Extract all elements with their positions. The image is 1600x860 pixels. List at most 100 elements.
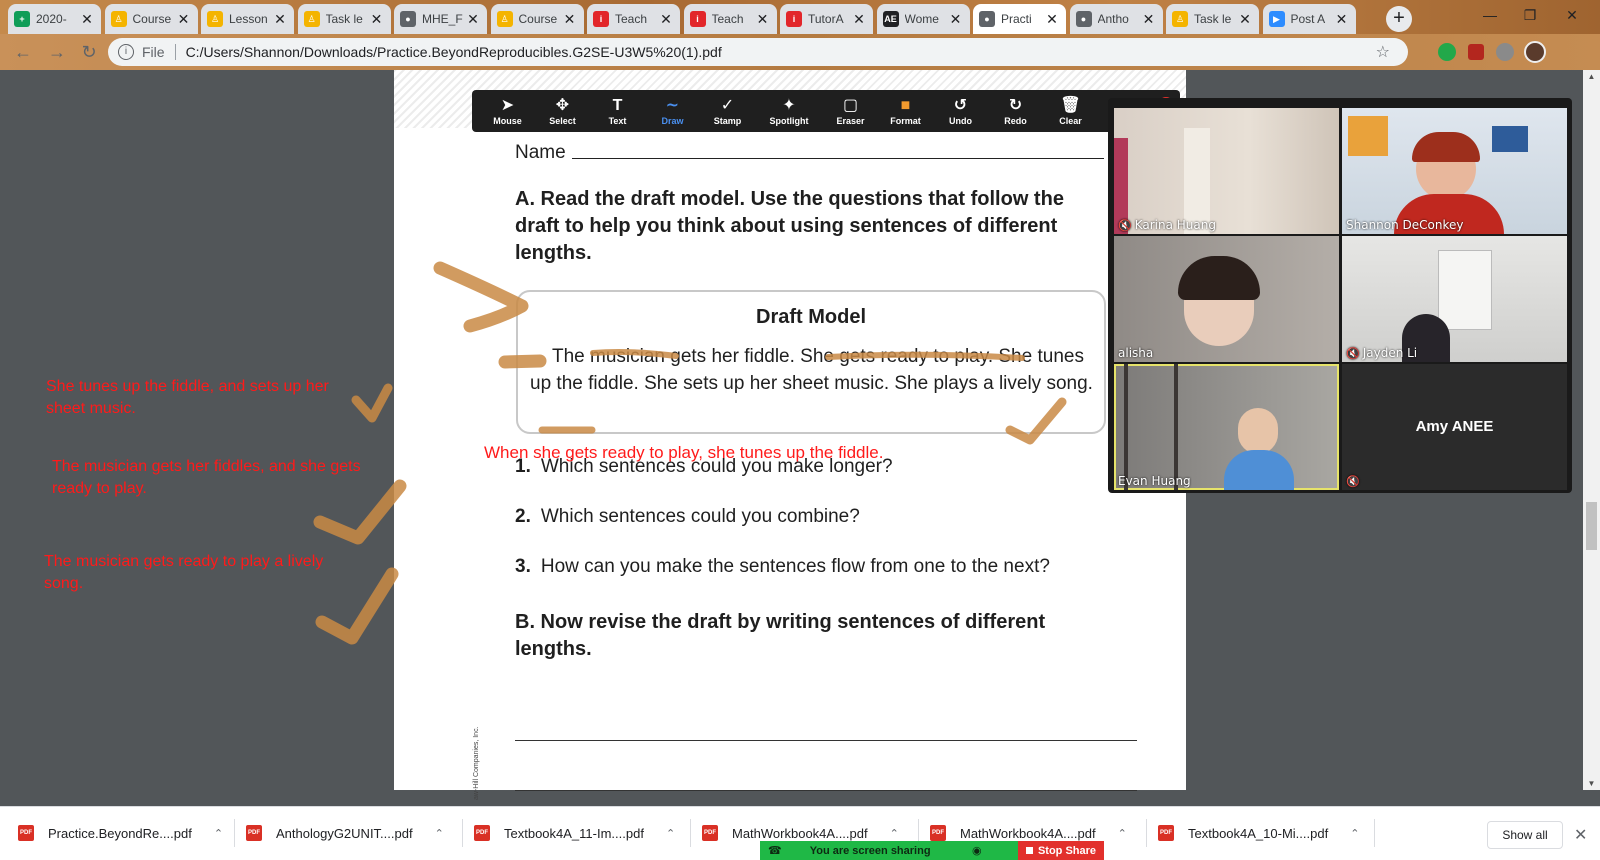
participant-tile[interactable]: Evan Huang <box>1114 364 1339 490</box>
chevron-up-icon[interactable]: ⌃ <box>1350 827 1359 840</box>
url-text[interactable]: C:/Users/Shannon/Downloads/Practice.Beyo… <box>186 44 722 60</box>
download-filename: Textbook4A_10-Mi....pdf <box>1188 825 1329 841</box>
tab-title: Course <box>518 12 558 26</box>
chevron-up-icon[interactable]: ⌃ <box>890 827 899 840</box>
participant-tile[interactable]: Shannon DeConkey <box>1342 108 1567 234</box>
browser-tab[interactable]: ♙ Course ✕ <box>490 4 584 34</box>
browser-tab[interactable]: i Teach ✕ <box>683 4 777 34</box>
back-icon[interactable]: ← <box>12 41 34 63</box>
tab-close-icon[interactable]: ✕ <box>562 11 578 28</box>
tab-close-icon[interactable]: ✕ <box>851 11 867 28</box>
download-item[interactable]: PDF Practice.BeyondRe....pdf ⌃ <box>18 815 232 851</box>
scroll-down-icon[interactable]: ▼ <box>1583 779 1600 788</box>
ublock-icon[interactable] <box>1468 44 1484 60</box>
bookmark-star-icon[interactable]: ☆ <box>1376 42 1390 62</box>
annotation-answer-a[interactable]: When she gets ready to play, she tunes u… <box>484 442 1004 464</box>
tab-close-icon[interactable]: ✕ <box>79 11 95 28</box>
tool-mouse-button[interactable]: ➤ Mouse <box>480 90 535 132</box>
tab-close-icon[interactable]: ✕ <box>272 11 288 28</box>
reload-icon[interactable]: ↻ <box>78 41 100 63</box>
tab-close-icon[interactable]: ✕ <box>1334 11 1350 28</box>
browser-tab[interactable]: ● Antho ✕ <box>1069 4 1163 34</box>
mouse-pointer-icon: ➤ <box>500 97 515 114</box>
format-icon: ■ <box>900 97 911 114</box>
scroll-thumb[interactable] <box>1586 502 1597 550</box>
participant-tile[interactable]: Amy ANEE 🔇 <box>1342 364 1567 490</box>
browser-tab[interactable]: ♙ Task le ✕ <box>1166 4 1259 34</box>
tab-close-icon[interactable]: ✕ <box>369 11 385 28</box>
tool-clear-button[interactable]: 🗑 Clear <box>1043 90 1098 132</box>
chevron-up-icon[interactable]: ⌃ <box>214 827 223 840</box>
download-item[interactable]: PDF AnthologyG2UNIT....pdf ⌃ <box>246 815 460 851</box>
browser-tab[interactable]: ♙ Task le ✕ <box>297 4 391 34</box>
tab-close-icon[interactable]: ✕ <box>1237 11 1253 28</box>
browser-tab[interactable]: i TutorA ✕ <box>780 4 873 34</box>
browser-tab[interactable]: ♙ Lesson ✕ <box>201 4 294 34</box>
tool-eraser-button[interactable]: ▢ Eraser <box>823 90 878 132</box>
forward-icon[interactable]: → <box>46 41 68 63</box>
download-item[interactable]: PDF Textbook4A_11-Im....pdf ⌃ <box>474 815 688 851</box>
tool-undo-button[interactable]: ↺ Undo <box>933 90 988 132</box>
tab-close-icon[interactable]: ✕ <box>658 11 674 28</box>
tab-close-icon[interactable]: ✕ <box>948 11 964 28</box>
tool-label: Redo <box>1004 116 1027 126</box>
tool-select-button[interactable]: ✥ Select <box>535 90 590 132</box>
chevron-up-icon[interactable]: ⌃ <box>1118 827 1127 840</box>
browser-tab[interactable]: ● MHE_F ✕ <box>394 4 487 34</box>
profile-avatar[interactable] <box>1524 41 1546 63</box>
tool-spotlight-button[interactable]: ✦ Spotlight <box>755 90 823 132</box>
show-all-button[interactable]: Show all <box>1487 821 1563 849</box>
tool-format-button[interactable]: ■ Format <box>878 90 933 132</box>
close-download-bar-icon[interactable]: ✕ <box>1574 825 1587 845</box>
tool-label: Stamp <box>713 116 742 126</box>
download-divider <box>690 819 691 847</box>
annotation-note[interactable]: The musician gets ready to play a lively… <box>44 551 354 595</box>
stop-share-button[interactable]: Stop Share <box>1018 841 1104 860</box>
browser-tab[interactable]: ♙ Course ✕ <box>104 4 198 34</box>
restore-icon[interactable]: ❐ <box>1510 4 1550 28</box>
address-bar[interactable]: i File C:/Users/Shannon/Downloads/Practi… <box>108 38 1408 66</box>
tab-close-icon[interactable]: ✕ <box>465 11 481 28</box>
tab-close-icon[interactable]: ✕ <box>176 11 192 28</box>
scroll-up-icon[interactable]: ▲ <box>1583 72 1600 81</box>
browser-tab[interactable]: i Teach ✕ <box>587 4 680 34</box>
download-divider <box>234 819 235 847</box>
participant-tile[interactable]: 🔇 Karina Huang <box>1114 108 1339 234</box>
browser-tab[interactable]: ● Practi ✕ <box>973 4 1066 34</box>
tool-stamp-button[interactable]: ✓ Stamp <box>700 90 755 132</box>
window-close-icon[interactable]: ✕ <box>1552 4 1592 28</box>
chevron-up-icon[interactable]: ⌃ <box>435 827 444 840</box>
new-tab-button[interactable]: + <box>1386 6 1412 32</box>
text-icon: T <box>612 97 623 114</box>
sharing-status: You are screen sharing <box>809 844 931 857</box>
tab-title: Teach <box>615 12 648 26</box>
minimize-icon[interactable]: — <box>1470 4 1510 28</box>
extensions-puzzle-icon[interactable] <box>1496 43 1514 61</box>
annotation-note[interactable]: She tunes up the fiddle, and sets up her… <box>46 376 356 420</box>
browser-tab[interactable]: AE Wome ✕ <box>876 4 970 34</box>
poster <box>1348 116 1388 156</box>
pdf-scrollbar[interactable]: ▲ ▼ <box>1583 70 1600 790</box>
tool-text-button[interactable]: T Text <box>590 90 645 132</box>
tool-label: Spotlight <box>769 116 809 126</box>
select-move-icon: ✥ <box>555 97 570 114</box>
site-info-icon[interactable]: i <box>118 44 134 60</box>
tab-close-icon[interactable]: ✕ <box>1141 11 1157 28</box>
chevron-up-icon[interactable]: ⌃ <box>666 827 675 840</box>
browser-tab[interactable]: +2020- ✕ <box>8 4 101 34</box>
tab-close-icon[interactable]: ✕ <box>1044 11 1060 28</box>
pdf-file-icon: PDF <box>930 825 946 841</box>
download-item[interactable]: PDF Textbook4A_10-Mi....pdf ⌃ <box>1158 815 1372 851</box>
tool-redo-button[interactable]: ↻ Redo <box>988 90 1043 132</box>
extension-green-icon[interactable] <box>1438 43 1456 61</box>
answer-line <box>515 790 1137 791</box>
question-item: 2. Which sentences could you combine? <box>515 506 860 528</box>
tool-draw-button[interactable]: ∼ Draw <box>645 90 700 132</box>
tab-title: Task le <box>325 12 363 26</box>
browser-tab[interactable]: ▶ Post A ✕ <box>1262 4 1356 34</box>
participant-tile[interactable]: 🔇 Jayden Li <box>1342 236 1567 362</box>
participant-tile[interactable]: alisha <box>1114 236 1339 362</box>
tab-close-icon[interactable]: ✕ <box>755 11 771 28</box>
annotation-note[interactable]: The musician gets her fiddles, and she g… <box>52 456 362 500</box>
download-filename: MathWorkbook4A....pdf <box>732 825 868 841</box>
